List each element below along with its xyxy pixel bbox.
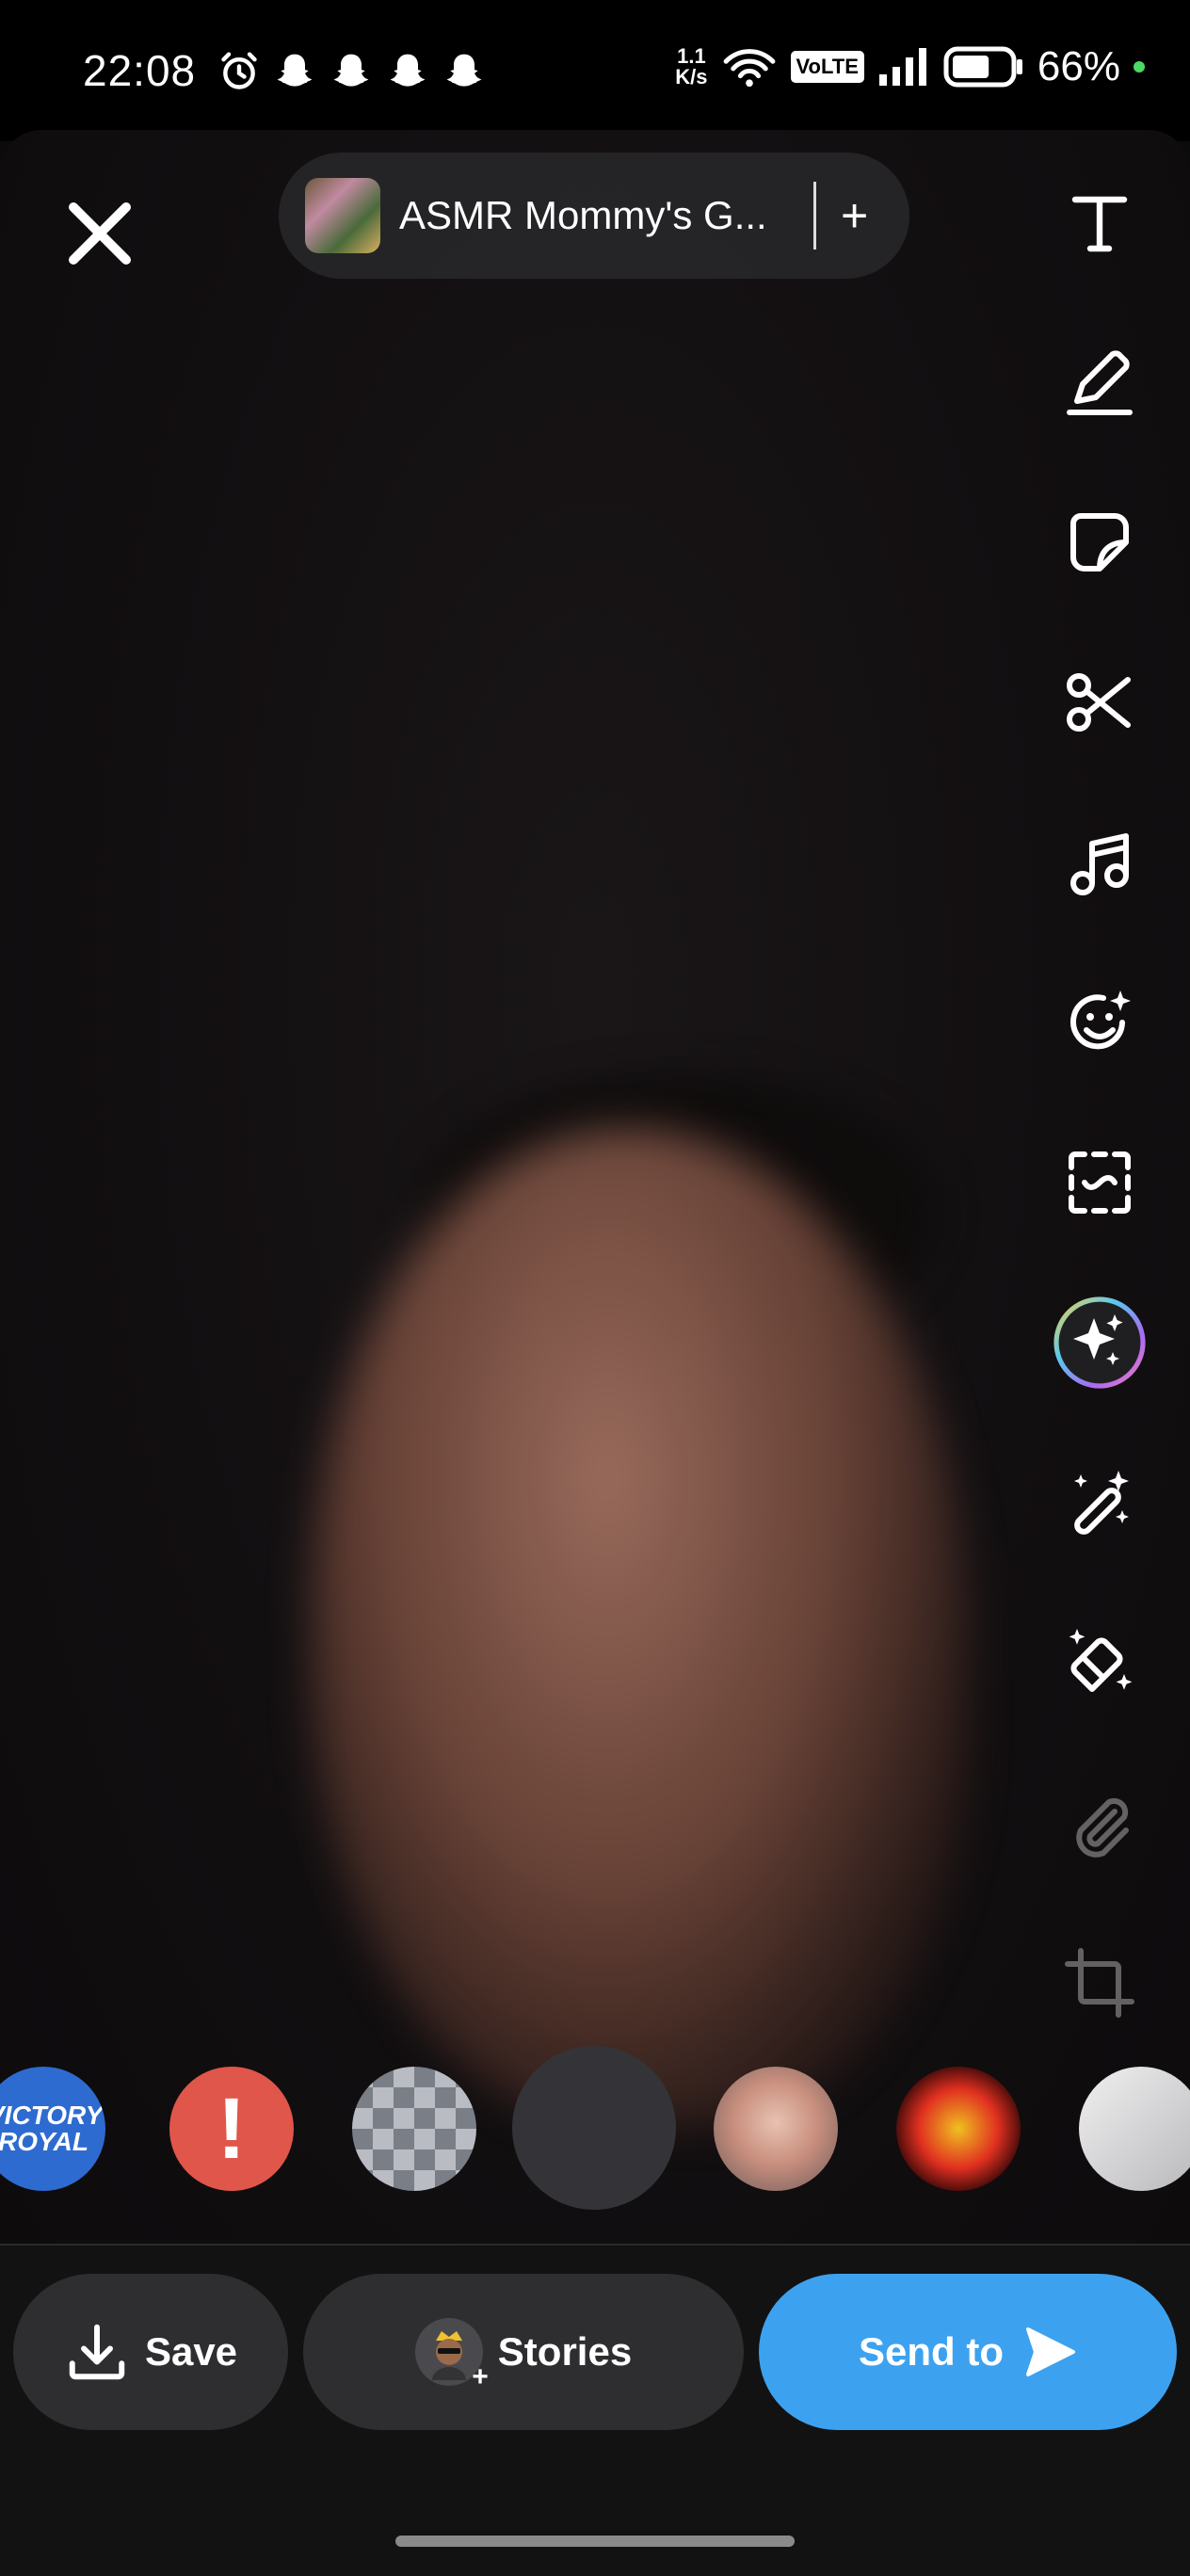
snapchat-icon <box>333 54 369 87</box>
add-story-plus-icon: + <box>472 2361 489 2392</box>
eraser-sparkle-icon <box>1069 1629 1133 1692</box>
save-label: Save <box>144 2329 238 2374</box>
close-icon <box>69 202 131 265</box>
pill-divider <box>813 182 816 250</box>
snapchat-icon <box>390 54 426 87</box>
alarm-icon <box>221 52 257 89</box>
send-to-label: Send to <box>859 2329 1004 2374</box>
stories-button[interactable]: + Stories <box>303 2274 744 2430</box>
draw-tool-button[interactable] <box>1053 335 1147 429</box>
network-speed-unit: K/s <box>675 65 708 89</box>
bottom-action-bar: Save + Stories Send to <box>0 2246 1190 2576</box>
status-bar: 22:08 1.1 K/s VoLTE 66% <box>0 0 1190 141</box>
home-indicator[interactable] <box>395 2536 795 2547</box>
music-tool-button[interactable] <box>1053 815 1147 910</box>
ai-sparkle-icon <box>1053 1296 1146 1389</box>
pencil-icon <box>1067 350 1133 415</box>
text-icon <box>1071 196 1128 252</box>
send-to-button[interactable]: Send to <box>759 2274 1177 2430</box>
network-speed-value: 1.1 <box>677 44 706 68</box>
scan-icon <box>1069 1151 1131 1214</box>
status-notification-icons <box>218 51 486 92</box>
scissors-tool-button[interactable] <box>1053 655 1147 749</box>
smiley-sparkle-icon <box>1070 990 1131 1050</box>
add-story-button[interactable]: + <box>841 188 868 243</box>
lens-emoji-tool-button[interactable] <box>1053 975 1147 1070</box>
sticker-tool-button[interactable] <box>1053 495 1147 589</box>
text-tool-button[interactable] <box>1053 175 1147 269</box>
ai-sparkle-tool-button[interactable] <box>1053 1296 1147 1390</box>
victory-royal-label: VICTORY ROYAL <box>0 2101 104 2156</box>
snapchat-icon <box>446 54 482 87</box>
music-note-icon <box>1070 833 1129 895</box>
recipient-avatar-victory-royal[interactable]: VICTORY ROYAL <box>0 2067 105 2191</box>
attach-tool-button[interactable] <box>1053 1776 1147 1870</box>
magic-wand-icon <box>1074 1471 1129 1535</box>
status-system-icons: 1.1 K/s VoLTE 66% <box>675 43 1145 90</box>
story-title-pill[interactable]: ASMR Mommy's G... + <box>279 153 909 279</box>
stories-label: Stories <box>497 2329 633 2374</box>
snap-preview[interactable] <box>0 130 1190 2258</box>
crop-tool-button[interactable] <box>1053 1936 1147 2030</box>
bitmoji-avatar: + <box>414 2318 489 2392</box>
crop-icon <box>1065 1948 1134 2018</box>
eraser-tool-button[interactable] <box>1053 1616 1147 1710</box>
save-button[interactable]: Save <box>13 2274 288 2430</box>
recipient-avatar-pixelated[interactable] <box>352 2067 476 2191</box>
recent-recipients-row: VICTORY ROYAL ! <box>0 2046 1190 2210</box>
bitmoji-icon <box>431 2331 466 2380</box>
volte-badge: VoLTE <box>790 51 864 83</box>
scan-tool-button[interactable] <box>1053 1135 1147 1230</box>
recipient-avatar-red-face[interactable] <box>896 2067 1021 2191</box>
recipient-avatar-empty[interactable] <box>512 2046 676 2210</box>
close-button[interactable] <box>62 196 137 271</box>
magic-wand-tool-button[interactable] <box>1053 1456 1147 1550</box>
recipient-avatar-phone[interactable] <box>1079 2067 1190 2191</box>
paperclip-icon <box>1076 1797 1129 1858</box>
sticker-icon <box>1070 513 1129 572</box>
scissors-icon <box>1067 673 1131 732</box>
wifi-icon <box>723 49 775 88</box>
recipient-avatar-alert[interactable]: ! <box>169 2067 294 2191</box>
status-time: 22:08 <box>83 46 197 95</box>
snapchat-icon <box>277 54 313 87</box>
battery-icon <box>943 46 1022 88</box>
download-icon <box>69 2324 125 2380</box>
network-speed: 1.1 K/s <box>675 46 707 88</box>
battery-percent: 66% <box>1037 43 1120 89</box>
alert-icon: ! <box>217 2080 247 2177</box>
signal-icon <box>878 48 926 86</box>
recipient-avatar-face[interactable] <box>714 2067 838 2191</box>
story-thumbnail <box>305 178 380 253</box>
privacy-indicator-dot <box>1134 61 1145 72</box>
send-arrow-icon <box>1026 2327 1075 2376</box>
story-title: ASMR Mommy's G... <box>399 193 767 237</box>
